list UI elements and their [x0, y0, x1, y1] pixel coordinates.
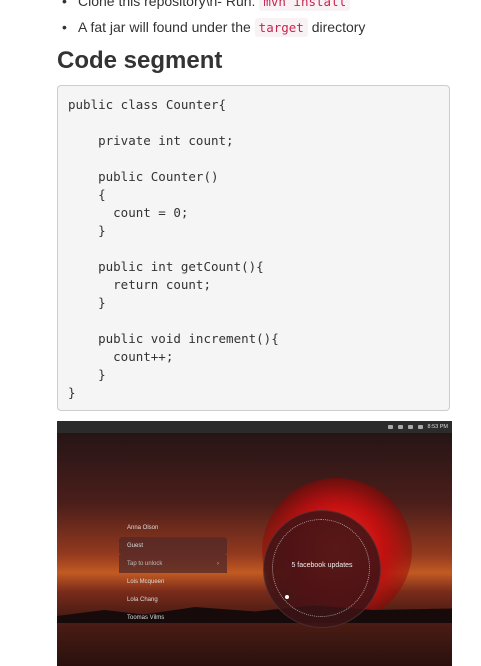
- list-item-text: Clone this repository\n- Run:: [78, 0, 260, 9]
- battery-icon: [417, 425, 423, 429]
- tap-to-unlock-label: Tap to unlock: [127, 561, 163, 567]
- notification-circle: 5 facebook updates: [263, 510, 381, 628]
- instruction-list: Clone this repository\n- Run: mvn instal…: [62, 0, 366, 40]
- inline-code: target: [254, 18, 308, 37]
- notification-text: 5 facebook updates: [291, 562, 353, 569]
- chevron-right-icon: ›: [217, 561, 219, 567]
- user-lola-chang: Lola Chang: [127, 597, 158, 603]
- user-lois-mcqueen: Lois Mcqueen: [127, 579, 165, 585]
- mail-icon: [387, 425, 393, 429]
- user-anna-olson: Anna Olson: [127, 525, 159, 531]
- inline-code: mvn install: [259, 0, 351, 11]
- ring-marker-icon: [285, 595, 289, 599]
- list-item: Clone this repository\n- Run: mvn instal…: [62, 0, 365, 14]
- volume-icon: [397, 425, 403, 429]
- system-tray: 8:53 PM: [387, 421, 448, 433]
- clock: 8:53 PM: [427, 424, 448, 430]
- tap-to-unlock: Tap to unlock ›: [119, 555, 227, 573]
- list-item: A fat jar will found under the target di…: [62, 14, 366, 40]
- top-panel: 8:53 PM: [57, 421, 452, 433]
- list-item-text-after: directory: [307, 19, 366, 35]
- section-heading: Code segment: [57, 47, 223, 74]
- code-block: public class Counter{ private int count;…: [57, 85, 450, 411]
- wallpaper: Anna Olson Guest Tap to unlock › Lois Mc…: [57, 433, 452, 666]
- user-list: Anna Olson Guest Tap to unlock › Lois Mc…: [119, 519, 227, 627]
- list-item-text: A fat jar will found under the: [78, 19, 255, 35]
- user-toomas-vilms: Toomas Vilms: [127, 615, 165, 621]
- user-guest: Guest: [119, 537, 227, 555]
- water: [57, 623, 452, 666]
- login-screenshot: 8:53 PM Anna Olson Guest Tap to unlock ›…: [57, 421, 452, 666]
- network-icon: [407, 425, 413, 429]
